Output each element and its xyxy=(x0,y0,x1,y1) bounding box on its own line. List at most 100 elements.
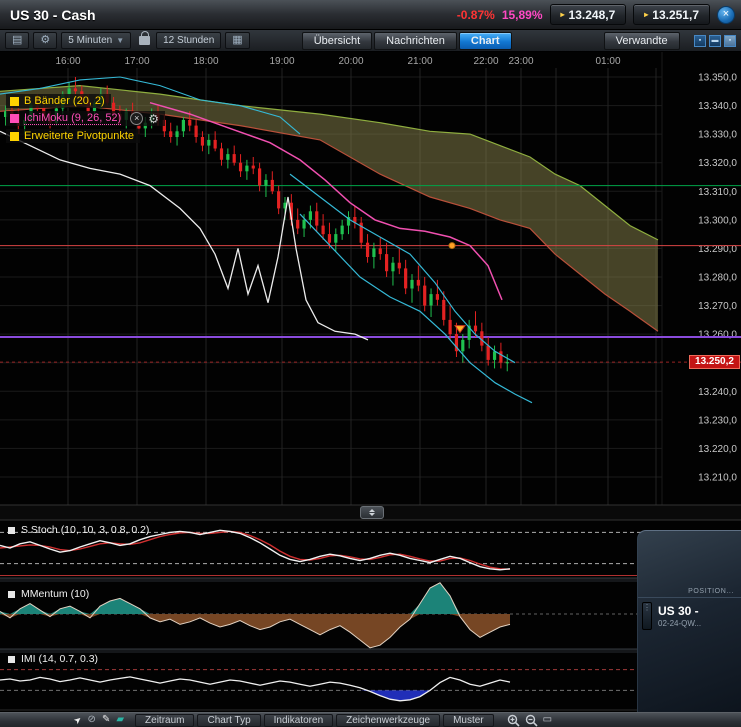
buy-price-button[interactable]: ▸ 13.251,7 xyxy=(633,4,710,25)
chart-typ-button[interactable]: Chart Typ xyxy=(197,713,261,727)
sell-price-button[interactable]: ▸ 13.248,7 xyxy=(549,4,627,25)
gear-icon: ⚙ xyxy=(40,34,51,46)
legend-item-bbands[interactable]: B Bänder (20, 2) xyxy=(6,94,111,108)
svg-text:21:00: 21:00 xyxy=(407,56,432,67)
close-window-button[interactable]: × xyxy=(717,5,735,24)
svg-text:13.320,0: 13.320,0 xyxy=(698,158,737,169)
imi-panel-label: IMI (14, 0.7, 0.3) xyxy=(8,653,98,665)
zoom-out-icon[interactable] xyxy=(525,714,538,727)
pencil-tool-icon[interactable]: ✎ xyxy=(102,714,110,726)
panel-bullet-icon xyxy=(8,526,15,534)
indikatoren-button[interactable]: Indikatoren xyxy=(263,713,334,727)
svg-text:20:00: 20:00 xyxy=(338,56,363,67)
svg-text:13.230,0: 13.230,0 xyxy=(698,415,737,426)
tab-chart[interactable]: Chart xyxy=(458,31,512,50)
position-symbol: US 30 - xyxy=(658,604,699,618)
svg-text:13.220,0: 13.220,0 xyxy=(698,444,737,455)
bbands-color-swatch xyxy=(10,96,19,106)
svg-text:23:00: 23:00 xyxy=(508,56,533,67)
muster-button[interactable]: Muster xyxy=(443,713,494,727)
buy-arrow-icon: ▸ xyxy=(644,10,649,19)
eraser-tool-icon[interactable]: ▰ xyxy=(116,714,124,726)
positions-header: POSITION... xyxy=(688,588,734,595)
svg-text:19:00: 19:00 xyxy=(269,56,294,67)
zeitraum-button[interactable]: Zeitraum xyxy=(135,713,195,727)
chart-container: 13.350,0 13.340,0 13.330,0 13.320,0 13.310,0… xyxy=(0,52,741,712)
cursor-tool-icon[interactable]: ➤ xyxy=(71,713,84,727)
tab-uebersicht[interactable]: Übersicht xyxy=(301,31,373,50)
price-chart[interactable]: 13.350,0 13.340,0 13.330,0 13.320,0 13.310,0… xyxy=(0,52,741,712)
buy-price: 13.251,7 xyxy=(652,7,699,22)
chart-bottom-toolbar: ➤ ⊘ ✎ ▰ Zeitraum Chart Typ Indikatoren Z… xyxy=(0,712,741,727)
bbands-label: B Bänder (20, 2) xyxy=(24,95,105,107)
legend-item-pivots[interactable]: Erweiterte Pivotpunkte xyxy=(6,129,141,143)
view-tabs: Übersicht Nachrichten Chart xyxy=(301,31,512,50)
svg-text:13.350,0: 13.350,0 xyxy=(698,73,737,84)
ichimoku-label: IchiMoku (9, 26, 52) xyxy=(24,112,122,125)
list-icon: ▤ xyxy=(12,34,23,46)
timeframe-value: 5 Minuten xyxy=(68,35,113,46)
momentum-panel-label: MMentum (10) xyxy=(8,588,89,600)
titlebar-right-group: -0.87% 15,89% ▸ 13.248,7 ▸ 13.251,7 × xyxy=(457,4,735,25)
related-button[interactable]: Verwandte xyxy=(603,31,680,50)
split-view-icon[interactable]: ▬ xyxy=(709,34,721,47)
svg-text:13.280,0: 13.280,0 xyxy=(698,272,737,283)
panel-bullet-icon xyxy=(8,655,15,663)
svg-text:22:00: 22:00 xyxy=(473,56,498,67)
chart-toolbar: ▤ ⚙ 5 Minuten ▼ 12 Stunden ▦ Übersicht N… xyxy=(0,30,741,52)
zeichenwerkzeuge-button[interactable]: Zeichenwerkzeuge xyxy=(336,713,441,727)
svg-text:01:00: 01:00 xyxy=(595,56,620,67)
window-title: US 30 - Cash xyxy=(10,6,96,23)
stoch-panel-label: S Stoch (10, 10, 3, 0.8, 0.2) xyxy=(8,524,149,536)
chart-settings-button[interactable]: ⚙ xyxy=(33,32,58,49)
chart-list-button[interactable]: ▤ xyxy=(5,32,30,49)
svg-text:16:00: 16:00 xyxy=(55,56,80,67)
calendar-icon: ▦ xyxy=(232,34,243,46)
legend-item-ichimoku[interactable]: IchiMoku (9, 26, 52) × ⚙ xyxy=(6,111,165,126)
change-percent: -0.87% xyxy=(456,7,495,22)
drawing-tool-icons: ➤ ⊘ ✎ ▰ xyxy=(71,713,124,727)
current-price-tag: 13.250,2 xyxy=(689,355,740,369)
sell-arrow-icon: ▸ xyxy=(560,10,565,19)
tab-nachrichten[interactable]: Nachrichten xyxy=(374,31,457,50)
zoom-in-icon[interactable] xyxy=(507,714,520,727)
ichimoku-color-swatch xyxy=(10,114,19,123)
svg-text:13.310,0: 13.310,0 xyxy=(698,187,737,198)
pivots-label: Erweiterte Pivotpunkte xyxy=(24,130,135,142)
indicator-settings-icon[interactable]: ⚙ xyxy=(148,113,159,125)
svg-text:13.240,0: 13.240,0 xyxy=(698,387,737,398)
fit-chart-icon[interactable]: ▭ xyxy=(543,714,552,726)
splitter-up-icon xyxy=(369,509,375,512)
panel-bullet-icon xyxy=(8,590,15,598)
svg-text:13.340,0: 13.340,0 xyxy=(698,101,737,112)
svg-text:13.330,0: 13.330,0 xyxy=(698,130,737,141)
lock-icon[interactable] xyxy=(139,31,151,45)
svg-text:13.270,0: 13.270,0 xyxy=(698,301,737,312)
expand-view-icon[interactable]: ▪ xyxy=(724,34,736,47)
position-code: 02-24-QW... xyxy=(658,619,702,628)
calendar-button[interactable]: ▦ xyxy=(225,32,250,49)
duration-dropdown[interactable]: 12 Stunden xyxy=(156,32,222,49)
grid-view-icon[interactable]: ▪ xyxy=(694,34,706,47)
svg-text:13.210,0: 13.210,0 xyxy=(698,472,737,483)
sell-price: 13.248,7 xyxy=(568,7,616,22)
no-tool-icon[interactable]: ⊘ xyxy=(88,714,96,726)
duration-value: 12 Stunden xyxy=(163,35,215,46)
indicator-legend: B Bänder (20, 2) IchiMoku (9, 26, 52) × … xyxy=(6,94,165,146)
window-titlebar: US 30 - Cash -0.87% 15,89% ▸ 13.248,7 ▸ … xyxy=(0,0,741,30)
svg-text:13.300,0: 13.300,0 xyxy=(698,215,737,226)
panel-splitter-handle[interactable] xyxy=(360,506,384,519)
chevron-down-icon: ▼ xyxy=(116,36,125,45)
svg-text:18:00: 18:00 xyxy=(193,56,218,67)
svg-text:13.260,0: 13.260,0 xyxy=(698,330,737,341)
positions-overlay-panel[interactable]: POSITION... ⋮ US 30 - 02-24-QW... xyxy=(637,530,741,712)
position-list-scrollbar[interactable]: ⋮ xyxy=(642,602,652,630)
pivots-color-swatch xyxy=(10,131,19,141)
panel-window-controls: ▪ ▬ ▪ xyxy=(694,34,736,47)
zoom-controls: ▭ xyxy=(507,714,552,727)
svg-text:17:00: 17:00 xyxy=(124,56,149,67)
range-percent: 15,89% xyxy=(501,7,543,22)
position-list-item[interactable]: ⋮ US 30 - 02-24-QW... xyxy=(638,602,741,630)
remove-indicator-icon[interactable]: × xyxy=(130,112,144,125)
timeframe-dropdown[interactable]: 5 Minuten ▼ xyxy=(61,32,132,49)
